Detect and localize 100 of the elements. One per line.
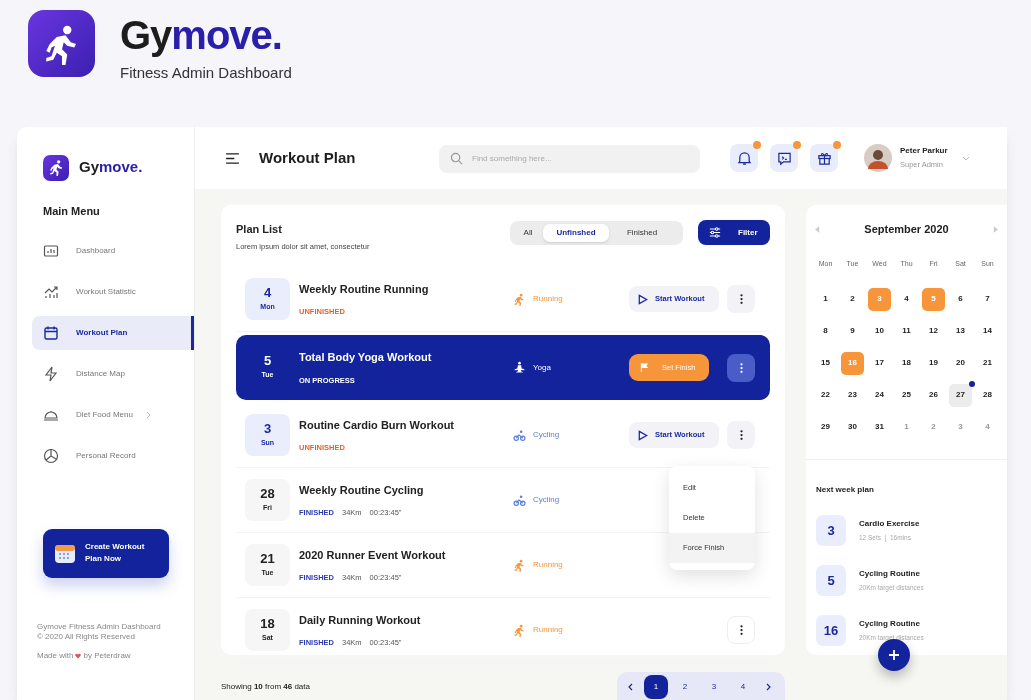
date-number: 28 bbox=[260, 486, 275, 501]
plan-title: Cycling Routine bbox=[859, 618, 921, 631]
workout-title: Weekly Routine Cycling bbox=[299, 482, 425, 498]
brand-name: Gymove. bbox=[120, 12, 283, 58]
calendar-day[interactable]: 4 bbox=[895, 287, 918, 311]
notification-button[interactable] bbox=[730, 144, 758, 172]
date-number: 4 bbox=[263, 285, 272, 300]
footer-text: Made with bbox=[37, 650, 74, 661]
calendar-day[interactable]: 2 bbox=[841, 287, 864, 311]
calendar-day[interactable]: 23 bbox=[841, 383, 864, 407]
calendar-day[interactable]: 13 bbox=[949, 319, 972, 343]
more-button[interactable] bbox=[727, 353, 755, 382]
menu-item[interactable]: Dashboard bbox=[32, 233, 194, 268]
filter-tab[interactable]: All bbox=[513, 224, 543, 242]
page-button[interactable]: 3 bbox=[702, 675, 726, 699]
menu-heading: Main Menu bbox=[42, 204, 101, 219]
calendar-day[interactable]: 26 bbox=[922, 383, 945, 407]
brand-name: Gymove. bbox=[79, 157, 143, 178]
date-tile: 16 bbox=[816, 615, 846, 646]
calendar-day[interactable]: 10 bbox=[868, 319, 891, 343]
calendar-day[interactable]: 6 bbox=[949, 287, 972, 311]
create-plan-button[interactable]: Create Workout Plan Now bbox=[43, 528, 169, 578]
active-indicator bbox=[191, 315, 194, 350]
filter-tab[interactable]: Unfinshed bbox=[543, 224, 609, 242]
calendar-day[interactable]: 19 bbox=[922, 351, 945, 375]
page-title: Workout Plan bbox=[259, 147, 357, 168]
page-button[interactable]: 2 bbox=[673, 675, 697, 699]
play-icon bbox=[637, 293, 648, 305]
date-number: 3 bbox=[263, 421, 272, 436]
menu-icon[interactable] bbox=[225, 152, 240, 164]
running-person-icon bbox=[47, 159, 65, 176]
calendar-day[interactable]: 12 bbox=[922, 319, 945, 343]
user-name: Peter Parkur bbox=[900, 145, 949, 158]
more-vertical-icon bbox=[739, 624, 743, 636]
calendar-day[interactable]: 1 bbox=[814, 287, 837, 311]
calendar-day[interactable]: 31 bbox=[868, 415, 891, 439]
footer-text: by Peterdraw bbox=[83, 650, 131, 661]
calendar-day[interactable]: 20 bbox=[949, 351, 972, 375]
calendar-day[interactable]: 24 bbox=[868, 383, 891, 407]
pie-chart-icon bbox=[43, 447, 59, 464]
card-title: Plan List bbox=[236, 222, 283, 237]
filter-button[interactable]: Filter bbox=[698, 220, 770, 245]
lightning-icon bbox=[43, 365, 59, 382]
calendar-day[interactable]: 14 bbox=[976, 319, 999, 343]
footer-text: Gymove Fitness Admin Dashboard bbox=[37, 621, 162, 632]
date-tile: 5 bbox=[816, 565, 846, 596]
date-number: 18 bbox=[260, 616, 275, 631]
month-title: September 2020 bbox=[864, 221, 949, 237]
category-label: Running bbox=[533, 624, 563, 636]
menu-item[interactable]: Workout Statistic bbox=[32, 274, 194, 309]
page-button[interactable]: 1 bbox=[644, 675, 668, 699]
results-summary: Showing 10 from 46 data bbox=[221, 681, 310, 693]
search-field[interactable]: Find something here... bbox=[439, 144, 700, 173]
menu-item[interactable]: Diet Food Menu bbox=[32, 397, 194, 432]
category-label: Running bbox=[533, 559, 563, 571]
notification-button[interactable] bbox=[810, 144, 838, 172]
calendar-icon bbox=[43, 324, 59, 341]
calendar-day[interactable]: 9 bbox=[841, 319, 864, 343]
date-tile: 3 bbox=[816, 515, 846, 546]
menu-item[interactable]: Personal Record bbox=[32, 438, 194, 473]
chevron-left-icon[interactable] bbox=[627, 683, 635, 691]
gift-icon bbox=[816, 150, 832, 166]
calendar-day[interactable]: 18 bbox=[895, 351, 918, 375]
calendar-day[interactable]: 29 bbox=[814, 415, 837, 439]
bar-chart-icon bbox=[43, 242, 59, 259]
notification-button[interactable] bbox=[770, 144, 798, 172]
page-button[interactable]: 4 bbox=[731, 675, 755, 699]
calendar-day[interactable]: 21 bbox=[976, 351, 999, 375]
calendar-day[interactable]: 11 bbox=[895, 319, 918, 343]
plan-title: Cycling Routine bbox=[859, 568, 921, 581]
calendar-day[interactable]: 8 bbox=[814, 319, 837, 343]
calendar-day[interactable]: 25 bbox=[895, 383, 918, 407]
section-title: Next week plan bbox=[816, 484, 875, 496]
workout-title: 2020 Runner Event Workout bbox=[299, 547, 447, 563]
play-icon bbox=[637, 429, 648, 441]
calendar-day[interactable]: 27 bbox=[949, 383, 972, 407]
category-label: Cycling bbox=[533, 494, 560, 506]
calendar-day[interactable]: 28 bbox=[976, 383, 999, 407]
workout-title: Weekly Routine Running bbox=[299, 281, 430, 297]
calendar-day[interactable]: 15 bbox=[814, 351, 837, 375]
subtitle: Fitness Admin Dashboard bbox=[120, 63, 292, 83]
calendar-day[interactable]: 22 bbox=[814, 383, 837, 407]
menu-item[interactable]: Distance Map bbox=[32, 356, 194, 391]
menu-item[interactable]: Workout Plan bbox=[32, 315, 194, 350]
category-label: Cycling bbox=[533, 429, 560, 441]
search-icon bbox=[450, 152, 463, 165]
plus-icon bbox=[888, 649, 900, 661]
workout-title: Total Body Yoga Workout bbox=[299, 350, 433, 366]
more-vertical-icon bbox=[739, 361, 743, 374]
date-number: 5 bbox=[263, 354, 272, 369]
calendar-day[interactable]: 30 bbox=[841, 415, 864, 439]
heart-icon bbox=[75, 652, 82, 659]
chat-icon bbox=[776, 150, 792, 166]
calendar-day[interactable]: 7 bbox=[976, 287, 999, 311]
filter-tab[interactable]: Finished bbox=[609, 224, 675, 242]
calendar-day[interactable]: 17 bbox=[868, 351, 891, 375]
workout-title: Daily Running Workout bbox=[299, 612, 422, 628]
flag-icon bbox=[639, 362, 650, 373]
more-vertical-icon bbox=[739, 293, 743, 305]
chevron-right-icon[interactable] bbox=[764, 683, 772, 691]
